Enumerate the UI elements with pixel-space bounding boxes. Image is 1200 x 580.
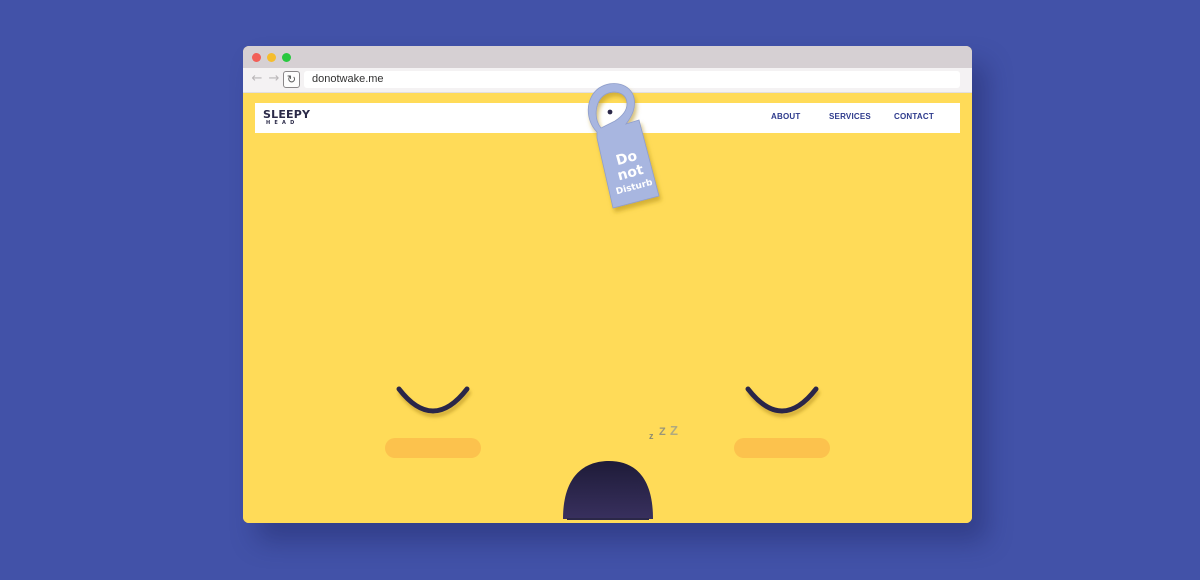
arrow-right-icon: → [268, 71, 280, 86]
forward-button[interactable]: → [266, 71, 282, 87]
nav-about-link[interactable]: ABOUT [771, 112, 800, 121]
browser-window: ← → ↻ donotwake.me SLEEPY HEAD ABOUT SER… [243, 46, 972, 523]
zzz-1: z [649, 431, 654, 441]
reload-icon: ↻ [286, 73, 297, 86]
hanger-pin [607, 109, 613, 115]
web-page: SLEEPY HEAD ABOUT SERVICES CONTACT Do no… [243, 83, 972, 523]
logo-sub-text: HEAD [266, 120, 299, 126]
zzz-2: Z [659, 426, 666, 438]
minimize-window-button[interactable] [267, 53, 276, 62]
close-window-button[interactable] [252, 53, 261, 62]
arrow-left-icon: ← [251, 71, 263, 86]
left-cheek-blush [385, 438, 481, 458]
title-bar [243, 46, 972, 68]
right-cheek-blush [734, 438, 830, 458]
zzz-3: Z [670, 423, 678, 438]
left-closed-eye [396, 386, 470, 414]
right-closed-eye [745, 386, 819, 414]
nav-services-link[interactable]: SERVICES [829, 112, 871, 121]
site-logo[interactable]: SLEEPY HEAD [263, 109, 310, 126]
back-button[interactable]: ← [249, 71, 265, 87]
do-not-disturb-hanger: Do not Disturb [587, 83, 660, 209]
maximize-window-button[interactable] [282, 53, 291, 62]
logo-main-text: SLEEPY [263, 108, 311, 121]
yawning-mouth [563, 461, 653, 520]
reload-button[interactable]: ↻ [283, 71, 300, 88]
nav-contact-link[interactable]: CONTACT [894, 112, 934, 121]
